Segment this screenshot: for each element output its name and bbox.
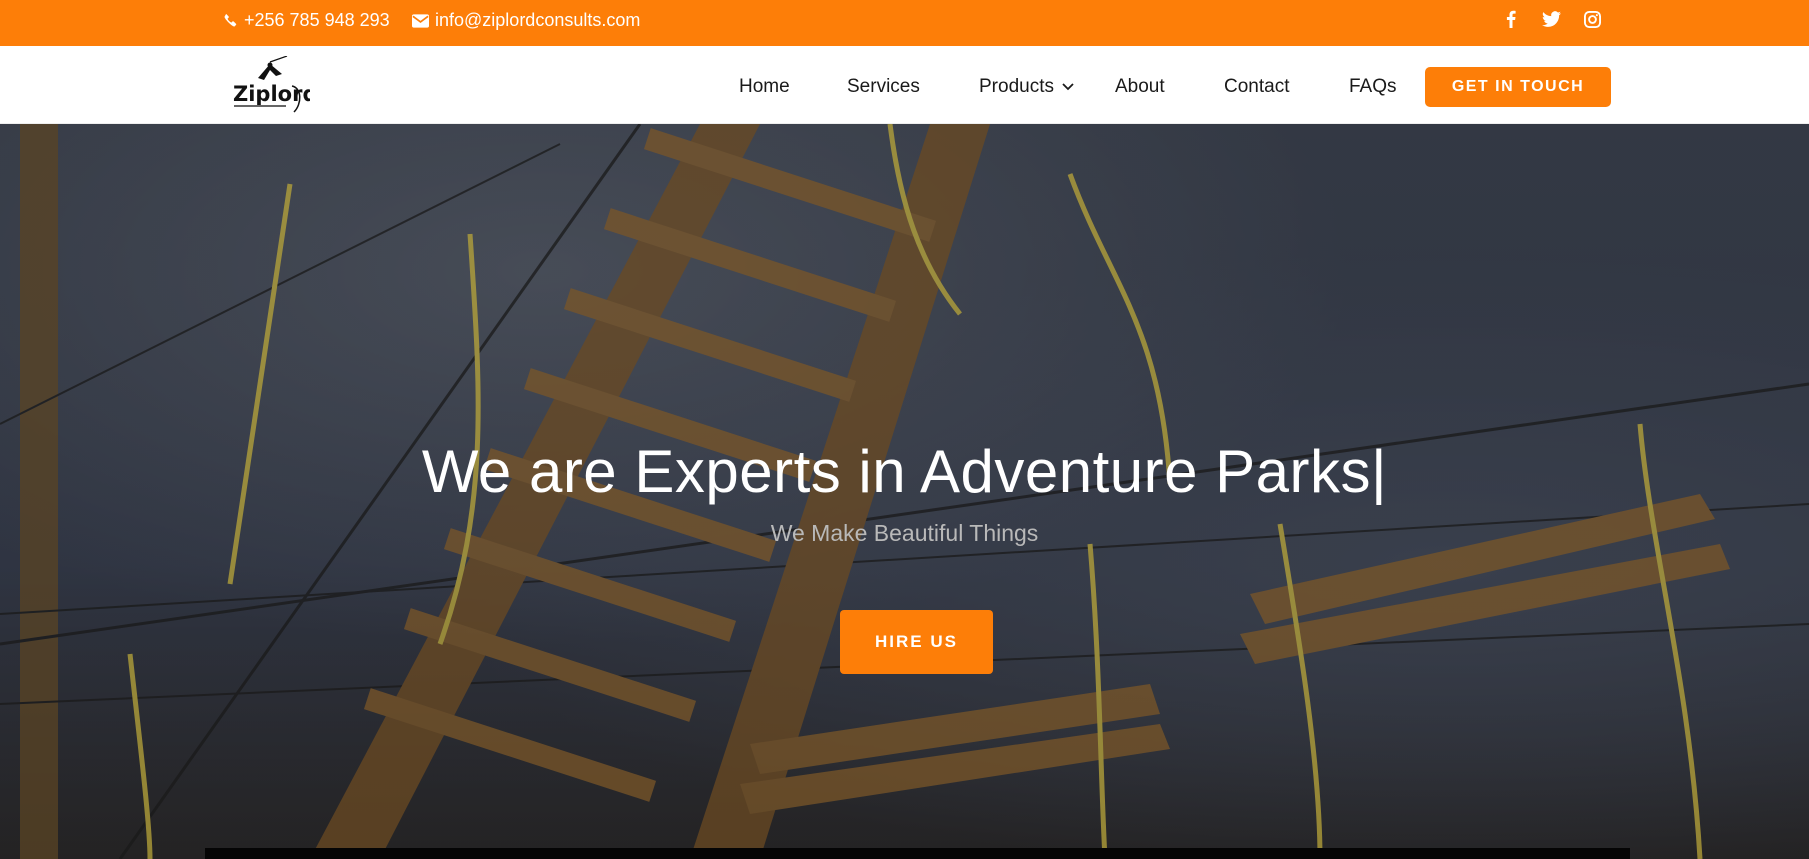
nav-contact-label: Contact: [1224, 76, 1290, 97]
nav-services-label: Services: [847, 76, 920, 97]
facebook-link[interactable]: [1501, 9, 1521, 29]
main-navbar: Ziplord Home Services Products About Con…: [0, 46, 1809, 124]
nav-home-label: Home: [739, 76, 790, 97]
twitter-link[interactable]: [1541, 9, 1561, 29]
instagram-icon: [1583, 10, 1601, 28]
nav-about[interactable]: About: [1115, 76, 1165, 98]
nav-products-label: Products: [979, 76, 1054, 97]
email-address[interactable]: info@ziplordconsults.com: [435, 10, 640, 31]
phone-icon: [224, 14, 237, 27]
get-in-touch-button[interactable]: GET IN TOUCH: [1425, 67, 1611, 107]
email-contact[interactable]: info@ziplordconsults.com: [412, 10, 640, 31]
facebook-icon: [1506, 10, 1516, 28]
twitter-icon: [1541, 11, 1561, 27]
envelope-icon: [412, 13, 429, 28]
nav-about-label: About: [1115, 76, 1165, 97]
hero-subtitle: We Make Beautiful Things: [770, 520, 1039, 546]
hire-us-button[interactable]: HIRE US: [840, 610, 993, 674]
site-logo[interactable]: Ziplord: [230, 55, 317, 114]
hero-section: We are Experts in Adventure Parks| We Ma…: [0, 124, 1809, 859]
svg-text:Ziplord: Ziplord: [233, 82, 310, 106]
phone-contact[interactable]: +256 785 948 293: [223, 10, 390, 31]
nav-faqs-label: FAQs: [1349, 76, 1397, 97]
nav-home[interactable]: Home: [739, 76, 790, 98]
nav-faqs[interactable]: FAQs: [1349, 76, 1397, 98]
chevron-down-icon: [1062, 83, 1074, 91]
top-contact-bar: +256 785 948 293 info@ziplordconsults.co…: [0, 0, 1809, 46]
instagram-link[interactable]: [1582, 9, 1602, 29]
nav-contact[interactable]: Contact: [1224, 76, 1289, 98]
nav-products[interactable]: Products: [979, 76, 1074, 98]
nav-services[interactable]: Services: [847, 76, 920, 98]
hero-title: We are Experts in Adventure Parks|: [421, 438, 1388, 505]
content-strip: [205, 848, 1630, 859]
phone-number[interactable]: +256 785 948 293: [244, 10, 390, 31]
